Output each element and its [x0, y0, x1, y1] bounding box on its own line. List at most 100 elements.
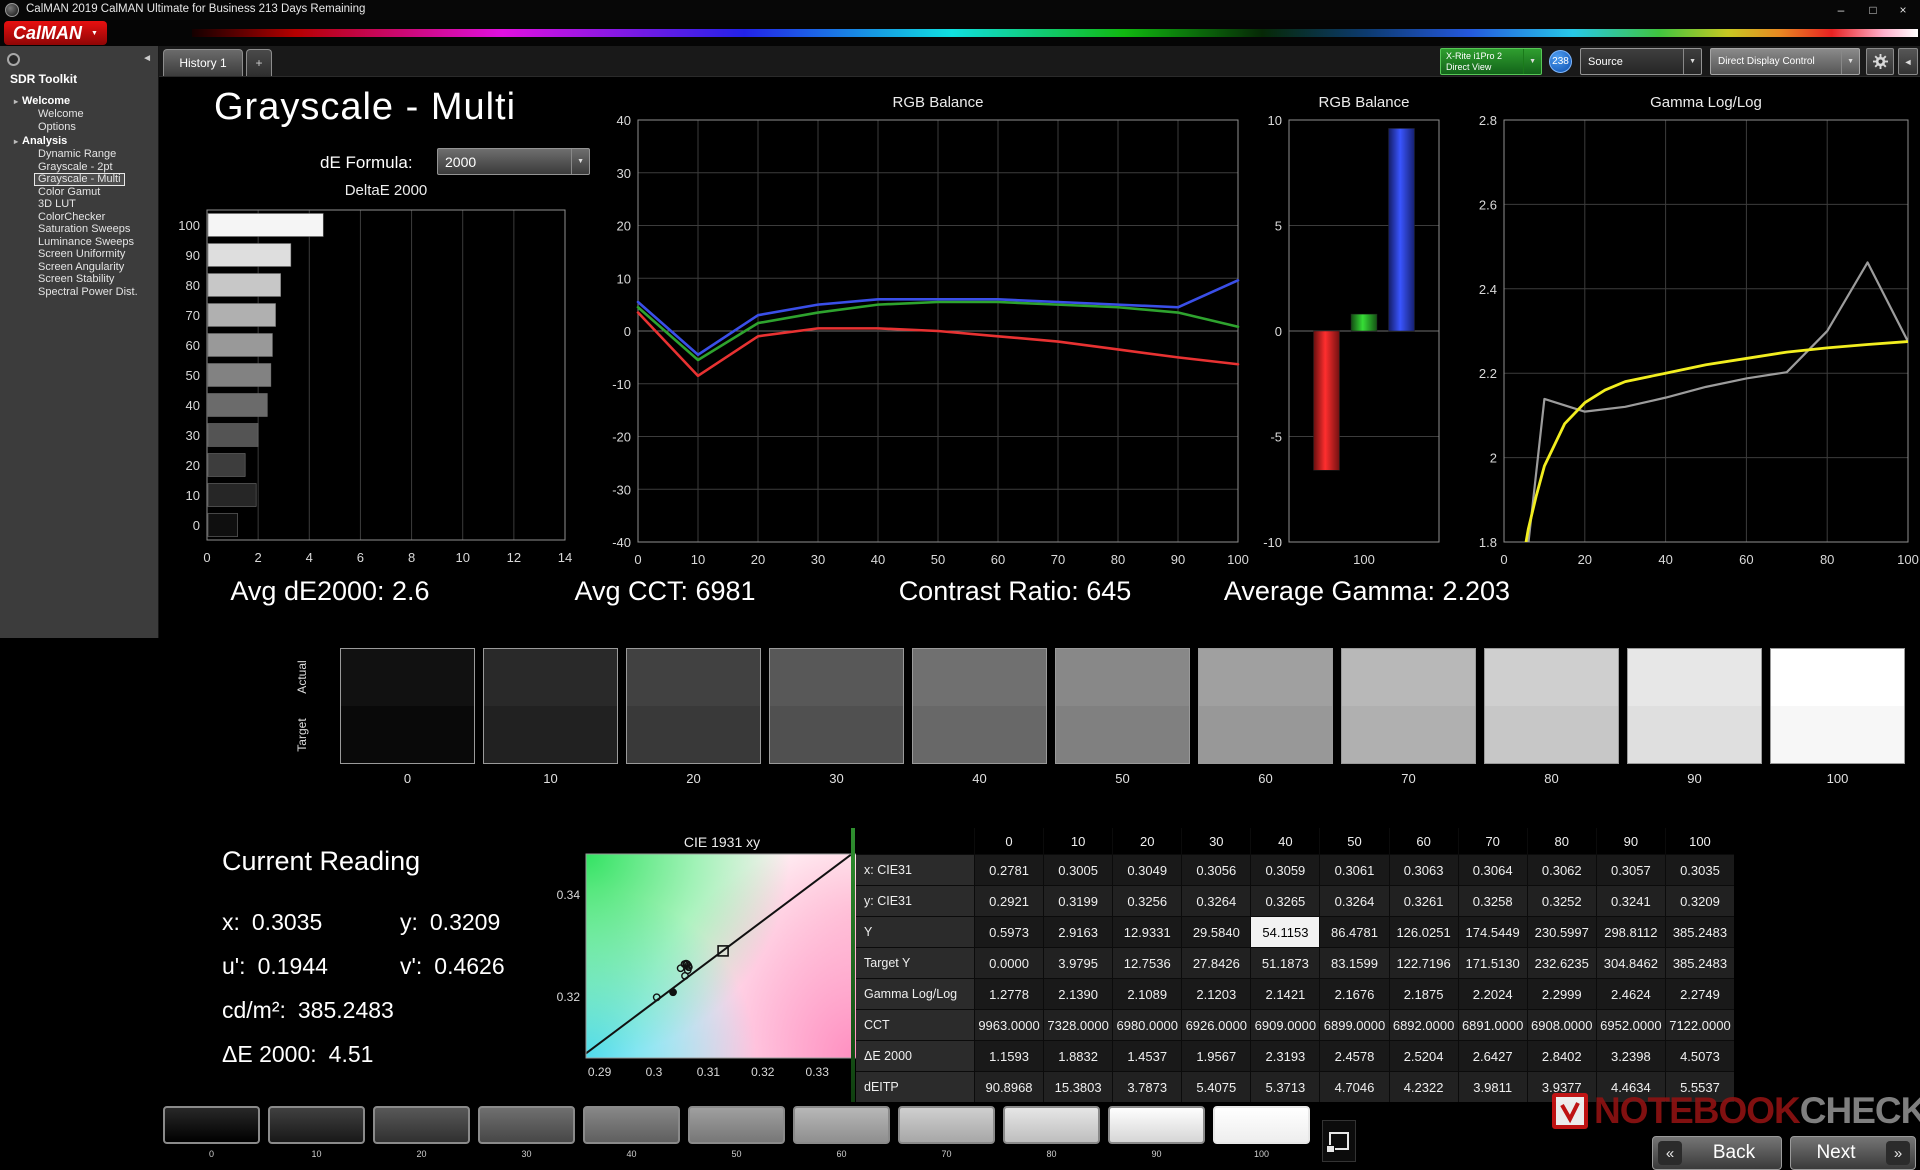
pattern-button-70[interactable]: [898, 1106, 995, 1144]
meter-dropdown[interactable]: X-Rite i1Pro 2 Direct View ▼: [1440, 48, 1542, 75]
table-cell-target-y-10[interactable]: 3.9795: [1044, 948, 1112, 978]
table-cell-y-cie31-80[interactable]: 0.3252: [1528, 886, 1596, 916]
table-cell-y-cie31-40[interactable]: 0.3265: [1251, 886, 1319, 916]
table-cell-y-50[interactable]: 86.4781: [1320, 917, 1388, 947]
table-cell-y-cie31-90[interactable]: 0.3241: [1597, 886, 1665, 916]
table-cell-target-y-100[interactable]: 385.2483: [1666, 948, 1734, 978]
sidebar-item-screen-uniformity[interactable]: Screen Uniformity: [34, 248, 129, 261]
table-cell-e-2000-30[interactable]: 1.9567: [1182, 1041, 1250, 1071]
sidebar-menu-icon[interactable]: [7, 53, 20, 66]
table-cell-target-y-70[interactable]: 171.5130: [1459, 948, 1527, 978]
table-cell-x-cie31-80[interactable]: 0.3062: [1528, 855, 1596, 885]
sidebar-item-3d-lut[interactable]: 3D LUT: [34, 198, 80, 211]
sidebar-group-analysis[interactable]: ▸Analysis: [14, 135, 158, 147]
sidebar-item-colorchecker[interactable]: ColorChecker: [34, 211, 109, 224]
table-cell-target-y-40[interactable]: 51.1873: [1251, 948, 1319, 978]
minimize-button[interactable]: –: [1826, 0, 1856, 20]
sidebar-item-saturation-sweeps[interactable]: Saturation Sweeps: [34, 223, 134, 236]
table-cell-target-y-80[interactable]: 232.6235: [1528, 948, 1596, 978]
table-cell-cct-10[interactable]: 7328.0000: [1044, 1010, 1112, 1040]
table-cell-x-cie31-10[interactable]: 0.3005: [1044, 855, 1112, 885]
table-cell-x-cie31-20[interactable]: 0.3049: [1113, 855, 1181, 885]
table-cell-target-y-20[interactable]: 12.7536: [1113, 948, 1181, 978]
table-cell-deitp-60[interactable]: 4.2322: [1390, 1072, 1458, 1102]
calman-logo-button[interactable]: CalMAN ▼: [4, 21, 107, 45]
table-cell-x-cie31-0[interactable]: 0.2781: [975, 855, 1043, 885]
table-cell-target-y-60[interactable]: 122.7196: [1390, 948, 1458, 978]
table-cell-cct-30[interactable]: 6926.0000: [1182, 1010, 1250, 1040]
display-control-dropdown[interactable]: Direct Display Control ▼: [1710, 48, 1860, 75]
pattern-button-40[interactable]: [583, 1106, 680, 1144]
table-cell-y-cie31-70[interactable]: 0.3258: [1459, 886, 1527, 916]
table-cell-deitp-20[interactable]: 3.7873: [1113, 1072, 1181, 1102]
table-cell-x-cie31-30[interactable]: 0.3056: [1182, 855, 1250, 885]
table-cell-e-2000-100[interactable]: 4.5073: [1666, 1041, 1734, 1071]
table-cell-target-y-0[interactable]: 0.0000: [975, 948, 1043, 978]
table-cell-e-2000-10[interactable]: 1.8832: [1044, 1041, 1112, 1071]
de-formula-dropdown[interactable]: 2000 ▼: [437, 148, 590, 175]
table-cell-x-cie31-50[interactable]: 0.3061: [1320, 855, 1388, 885]
table-cell-x-cie31-70[interactable]: 0.3064: [1459, 855, 1527, 885]
next-button[interactable]: Next »: [1790, 1136, 1916, 1170]
table-cell-gamma-log-log-10[interactable]: 2.1390: [1044, 979, 1112, 1009]
table-cell-deitp-0[interactable]: 90.8968: [975, 1072, 1043, 1102]
table-cell-cct-0[interactable]: 9963.0000: [975, 1010, 1043, 1040]
sidebar-item-screen-stability[interactable]: Screen Stability: [34, 273, 118, 286]
table-cell-x-cie31-60[interactable]: 0.3063: [1390, 855, 1458, 885]
table-cell-cct-50[interactable]: 6899.0000: [1320, 1010, 1388, 1040]
table-cell-cct-40[interactable]: 6909.0000: [1251, 1010, 1319, 1040]
table-cell-y-cie31-50[interactable]: 0.3264: [1320, 886, 1388, 916]
table-cell-gamma-log-log-70[interactable]: 2.2024: [1459, 979, 1527, 1009]
table-cell-y-30[interactable]: 29.5840: [1182, 917, 1250, 947]
sidebar-item-luminance-sweeps[interactable]: Luminance Sweeps: [34, 236, 138, 249]
table-cell-gamma-log-log-50[interactable]: 2.1676: [1320, 979, 1388, 1009]
sidebar-item-color-gamut[interactable]: Color Gamut: [34, 186, 104, 199]
sidebar-item-dynamic-range[interactable]: Dynamic Range: [34, 148, 120, 161]
table-cell-deitp-50[interactable]: 4.7046: [1320, 1072, 1388, 1102]
table-cell-y-cie31-60[interactable]: 0.3261: [1390, 886, 1458, 916]
table-cell-y-10[interactable]: 2.9163: [1044, 917, 1112, 947]
table-cell-y-cie31-20[interactable]: 0.3256: [1113, 886, 1181, 916]
table-cell-cct-80[interactable]: 6908.0000: [1528, 1010, 1596, 1040]
pattern-button-80[interactable]: [1003, 1106, 1100, 1144]
sidebar-item-grayscale-multi[interactable]: Grayscale - Multi: [34, 173, 125, 186]
table-cell-y-20[interactable]: 12.9331: [1113, 917, 1181, 947]
sidebar-collapse-button[interactable]: ◄: [142, 53, 152, 64]
back-button[interactable]: « Back: [1652, 1136, 1782, 1170]
table-cell-gamma-log-log-30[interactable]: 2.1203: [1182, 979, 1250, 1009]
pattern-button-10[interactable]: [268, 1106, 365, 1144]
table-cell-gamma-log-log-40[interactable]: 2.1421: [1251, 979, 1319, 1009]
sidebar-item-options[interactable]: Options: [34, 121, 80, 134]
table-cell-cct-60[interactable]: 6892.0000: [1390, 1010, 1458, 1040]
table-cell-x-cie31-90[interactable]: 0.3057: [1597, 855, 1665, 885]
table-cell-e-2000-50[interactable]: 2.4578: [1320, 1041, 1388, 1071]
table-cell-gamma-log-log-0[interactable]: 1.2778: [975, 979, 1043, 1009]
sidebar-group-welcome[interactable]: ▸Welcome: [14, 95, 158, 107]
table-cell-cct-90[interactable]: 6952.0000: [1597, 1010, 1665, 1040]
panel-collapse-button[interactable]: ◄: [1898, 48, 1918, 75]
table-cell-target-y-30[interactable]: 27.8426: [1182, 948, 1250, 978]
table-cell-y-cie31-30[interactable]: 0.3264: [1182, 886, 1250, 916]
table-cell-deitp-10[interactable]: 15.3803: [1044, 1072, 1112, 1102]
table-cell-e-2000-40[interactable]: 2.3193: [1251, 1041, 1319, 1071]
sidebar-item-screen-angularity[interactable]: Screen Angularity: [34, 261, 128, 274]
table-cell-e-2000-60[interactable]: 2.5204: [1390, 1041, 1458, 1071]
meter-count-badge[interactable]: 238: [1549, 50, 1572, 73]
table-cell-e-2000-70[interactable]: 2.6427: [1459, 1041, 1527, 1071]
tab-history-1[interactable]: History 1: [163, 49, 243, 76]
table-cell-y-90[interactable]: 298.8112: [1597, 917, 1665, 947]
table-cell-e-2000-90[interactable]: 3.2398: [1597, 1041, 1665, 1071]
table-cell-x-cie31-40[interactable]: 0.3059: [1251, 855, 1319, 885]
table-cell-gamma-log-log-60[interactable]: 2.1875: [1390, 979, 1458, 1009]
add-tab-button[interactable]: +: [246, 49, 272, 76]
table-cell-y-80[interactable]: 230.5997: [1528, 917, 1596, 947]
table-cell-gamma-log-log-20[interactable]: 2.1089: [1113, 979, 1181, 1009]
table-cell-e-2000-20[interactable]: 1.4537: [1113, 1041, 1181, 1071]
table-cell-cct-20[interactable]: 6980.0000: [1113, 1010, 1181, 1040]
table-cell-y-40[interactable]: 54.1153: [1251, 917, 1319, 947]
table-cell-target-y-90[interactable]: 304.8462: [1597, 948, 1665, 978]
table-cell-y-70[interactable]: 174.5449: [1459, 917, 1527, 947]
source-dropdown[interactable]: Source ▼: [1580, 48, 1702, 75]
table-cell-e-2000-0[interactable]: 1.1593: [975, 1041, 1043, 1071]
table-cell-gamma-log-log-100[interactable]: 2.2749: [1666, 979, 1734, 1009]
